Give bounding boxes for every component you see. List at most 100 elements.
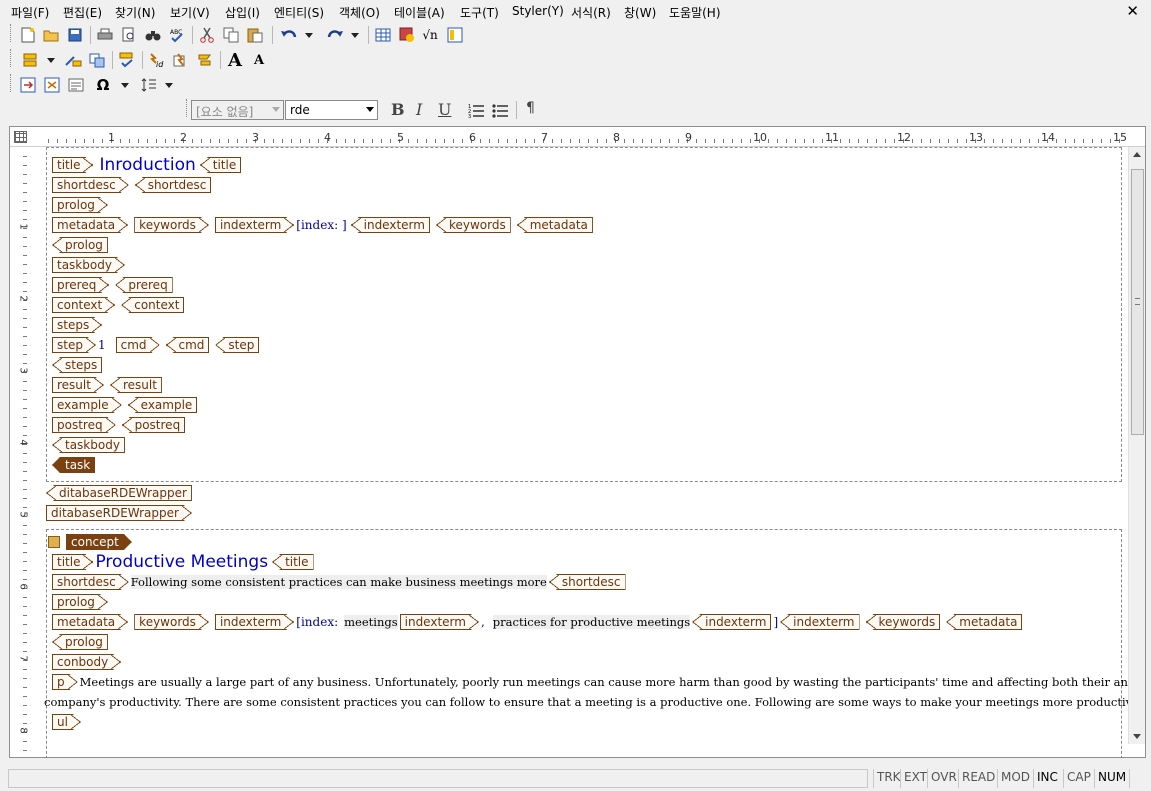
- example-start-tag[interactable]: example: [52, 397, 122, 413]
- insert-note-icon[interactable]: [67, 76, 85, 94]
- italic-button[interactable]: I: [416, 100, 422, 119]
- concept-start-tag[interactable]: concept: [66, 534, 132, 550]
- document-editor[interactable]: 1 2 3 4 5 6 7 8 9 10 11 12 13 14 15 1 2 …: [9, 126, 1146, 758]
- menu-table[interactable]: 테이블(A): [394, 4, 445, 21]
- increase-font-icon[interactable]: A: [226, 50, 244, 71]
- result-start-tag[interactable]: result: [52, 377, 104, 393]
- special-character-dropdown-icon[interactable]: [120, 76, 130, 94]
- line-spacing-dropdown-icon[interactable]: [164, 76, 174, 94]
- prolog-end-tag[interactable]: prolog: [52, 634, 108, 650]
- spellcheck-icon[interactable]: ABC: [168, 26, 186, 44]
- ul-start-tag[interactable]: ul: [52, 714, 81, 730]
- save-icon[interactable]: [66, 26, 84, 44]
- title-end-tag[interactable]: title: [199, 157, 242, 173]
- decrease-font-icon[interactable]: A: [250, 51, 268, 69]
- menu-file[interactable]: 파일(F): [11, 4, 49, 21]
- taskbody-end-tag[interactable]: taskbody: [52, 437, 125, 453]
- menu-entity[interactable]: 엔티티(S): [274, 4, 324, 21]
- metadata-start-tag[interactable]: metadata: [52, 614, 128, 630]
- copy-icon[interactable]: [222, 26, 240, 44]
- new-document-icon[interactable]: [19, 26, 37, 44]
- underline-button[interactable]: U: [438, 100, 451, 119]
- concept-title[interactable]: Productive Meetings: [95, 552, 268, 572]
- equation-icon[interactable]: √n: [421, 26, 439, 44]
- bulleted-list-icon[interactable]: [491, 101, 509, 119]
- context-end-tag[interactable]: context: [121, 297, 185, 313]
- cut-icon[interactable]: [198, 26, 216, 44]
- bold-button[interactable]: B: [391, 100, 405, 119]
- cmd-start-tag[interactable]: cmd: [116, 337, 160, 353]
- toolbar-grip[interactable]: [10, 24, 13, 42]
- find-binoculars-icon[interactable]: [144, 26, 162, 44]
- scroll-up-icon[interactable]: [1133, 152, 1141, 157]
- toolbar-grip[interactable]: [10, 74, 13, 92]
- paragraph-text-line-1[interactable]: Meetings are usually a large part of any…: [80, 675, 1128, 689]
- menu-insert[interactable]: 삽입(I): [225, 4, 260, 21]
- prolog-end-tag[interactable]: prolog: [52, 237, 108, 253]
- topic-title[interactable]: Inroduction: [99, 155, 195, 175]
- shortdesc-text[interactable]: Following some consistent practices can …: [130, 575, 547, 589]
- example-end-tag[interactable]: example: [127, 397, 198, 413]
- split-element-icon[interactable]: [88, 51, 106, 69]
- document-map-icon[interactable]: [446, 26, 464, 44]
- task-end-tag[interactable]: task: [52, 457, 96, 473]
- indexterm-inner-start-tag[interactable]: indexterm: [400, 614, 479, 630]
- insert-element-dropdown-icon[interactable]: [46, 51, 56, 69]
- undo-dropdown-icon[interactable]: [304, 26, 314, 44]
- document-content[interactable]: title Inroduction title shortdesc shortd…: [40, 147, 1128, 757]
- redo-dropdown-icon[interactable]: [350, 26, 360, 44]
- menu-object[interactable]: 객체(O): [339, 4, 380, 21]
- indexterm-start-tag[interactable]: indexterm: [215, 614, 294, 630]
- p-start-tag[interactable]: p: [52, 674, 78, 690]
- metadata-end-tag[interactable]: metadata: [946, 614, 1023, 630]
- table-icon[interactable]: [374, 26, 392, 44]
- special-character-icon[interactable]: Ω: [91, 76, 115, 94]
- index-marker[interactable]: [index:: [296, 615, 338, 629]
- validate-icon[interactable]: [118, 51, 136, 69]
- element-style-combo[interactable]: [요소 없음]: [191, 100, 284, 120]
- prereq-end-tag[interactable]: prereq: [115, 277, 173, 293]
- index-term-practices[interactable]: practices for productive meetings: [492, 615, 691, 629]
- shortdesc-end-tag[interactable]: shortdesc: [548, 574, 626, 590]
- insert-xref-icon[interactable]: [19, 76, 37, 94]
- index-term-meetings[interactable]: meetings: [344, 615, 398, 629]
- steps-end-tag[interactable]: steps: [52, 357, 103, 373]
- insert-graphic-icon[interactable]: [398, 26, 416, 44]
- shortdesc-start-tag[interactable]: shortdesc: [52, 177, 129, 193]
- redo-icon[interactable]: [326, 26, 344, 44]
- styles-icon[interactable]: [196, 51, 214, 69]
- print-preview-icon[interactable]: [120, 26, 138, 44]
- scroll-down-icon[interactable]: [1133, 734, 1141, 739]
- shortdesc-start-tag[interactable]: shortdesc: [52, 574, 129, 590]
- prereq-start-tag[interactable]: prereq: [52, 277, 109, 293]
- conbody-start-tag[interactable]: conbody: [52, 654, 121, 670]
- line-spacing-icon[interactable]: [140, 76, 158, 94]
- ditabase-wrapper-end-tag[interactable]: ditabaseRDEWrapper: [46, 485, 192, 501]
- result-end-tag[interactable]: result: [109, 377, 162, 393]
- indexterm-start-tag[interactable]: indexterm: [215, 217, 294, 233]
- open-folder-icon[interactable]: [42, 26, 60, 44]
- style-name-combo[interactable]: rde: [285, 100, 378, 120]
- menu-window[interactable]: 창(W): [624, 4, 656, 21]
- menu-find[interactable]: 찾기(N): [115, 4, 155, 21]
- taskbody-start-tag[interactable]: taskbody: [52, 257, 125, 273]
- toolbar-grip[interactable]: [10, 49, 13, 67]
- insert-entity-icon[interactable]: [43, 76, 61, 94]
- indexterm-inner-end-tag[interactable]: indexterm: [692, 614, 772, 630]
- title-start-tag[interactable]: title: [52, 157, 93, 173]
- keywords-start-tag[interactable]: keywords: [134, 614, 209, 630]
- metadata-end-tag[interactable]: metadata: [516, 217, 593, 233]
- metadata-start-tag[interactable]: metadata: [52, 217, 128, 233]
- undo-icon[interactable]: [280, 26, 298, 44]
- vertical-scrollbar[interactable]: [1128, 147, 1145, 744]
- insert-element-icon[interactable]: [22, 51, 40, 69]
- step-end-tag[interactable]: step: [215, 337, 260, 353]
- paragraph-text-line-2[interactable]: company's productivity. There are some c…: [44, 695, 1128, 709]
- steps-start-tag[interactable]: steps: [52, 317, 102, 333]
- prolog-start-tag[interactable]: prolog: [52, 197, 108, 213]
- indexterm-end-tag[interactable]: indexterm: [780, 614, 860, 630]
- menu-format[interactable]: 서식(R): [571, 4, 611, 21]
- shortdesc-end-tag[interactable]: shortdesc: [134, 177, 212, 193]
- step-start-tag[interactable]: step: [52, 337, 96, 353]
- close-document-icon[interactable]: ✕: [1126, 2, 1139, 20]
